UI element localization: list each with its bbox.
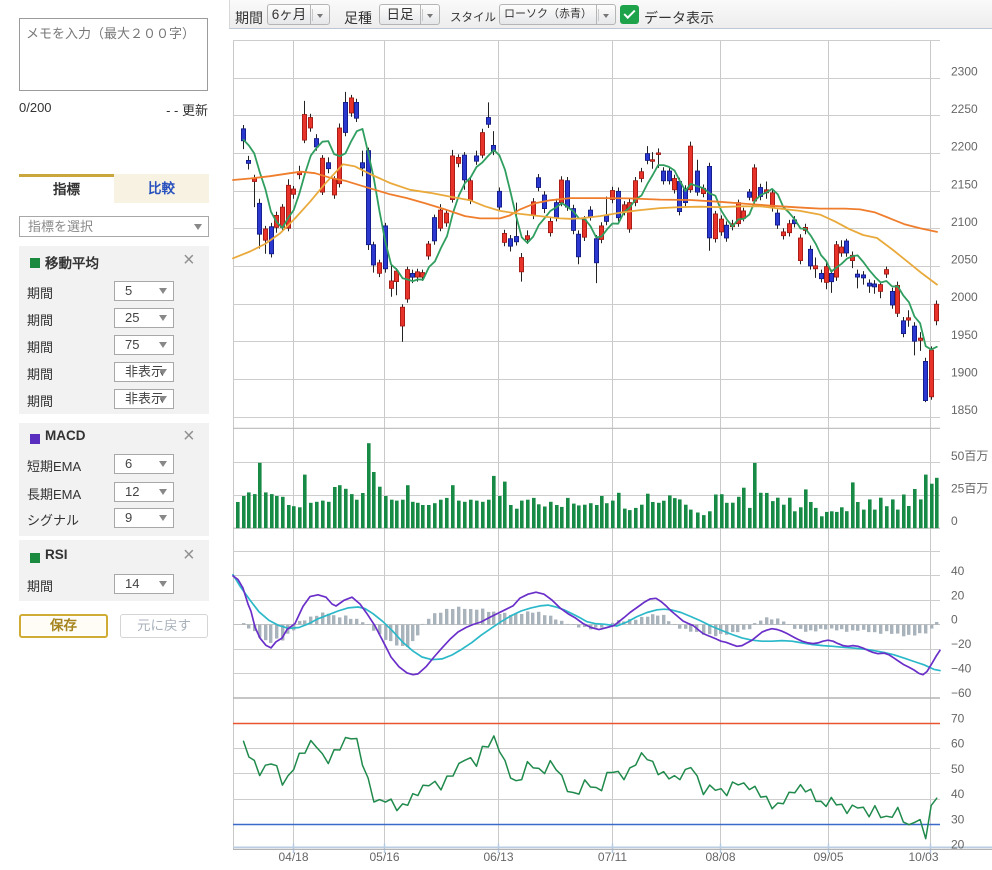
svg-text:−20: −20 (951, 637, 972, 651)
svg-text:2300: 2300 (951, 64, 978, 78)
svg-text:40: 40 (951, 564, 965, 578)
svg-text:60: 60 (951, 737, 965, 751)
svg-text:07/11: 07/11 (598, 850, 627, 864)
svg-text:04/18: 04/18 (278, 850, 308, 864)
svg-text:08/08: 08/08 (705, 850, 735, 864)
svg-text:25百万: 25百万 (951, 482, 988, 496)
svg-text:70: 70 (951, 712, 965, 726)
svg-text:2100: 2100 (951, 215, 978, 229)
svg-text:2050: 2050 (951, 253, 978, 267)
svg-text:05/16: 05/16 (369, 850, 399, 864)
svg-text:20: 20 (951, 588, 965, 602)
svg-text:2000: 2000 (951, 290, 978, 304)
svg-text:30: 30 (951, 812, 965, 826)
svg-text:1850: 1850 (951, 403, 978, 417)
svg-text:50: 50 (951, 762, 965, 776)
svg-text:06/13: 06/13 (483, 850, 513, 864)
svg-text:2200: 2200 (951, 140, 978, 154)
svg-text:−40: −40 (951, 662, 972, 676)
svg-text:20: 20 (951, 838, 965, 852)
svg-text:0: 0 (951, 514, 958, 528)
svg-text:0: 0 (951, 613, 958, 627)
svg-text:50百万: 50百万 (951, 449, 988, 463)
svg-text:2250: 2250 (951, 102, 978, 116)
svg-text:−60: −60 (951, 686, 972, 700)
svg-text:1900: 1900 (951, 366, 978, 380)
svg-text:10/03: 10/03 (908, 850, 938, 864)
svg-text:1950: 1950 (951, 328, 978, 342)
svg-text:40: 40 (951, 787, 965, 801)
svg-text:09/05: 09/05 (813, 850, 843, 864)
svg-text:2150: 2150 (951, 177, 978, 191)
